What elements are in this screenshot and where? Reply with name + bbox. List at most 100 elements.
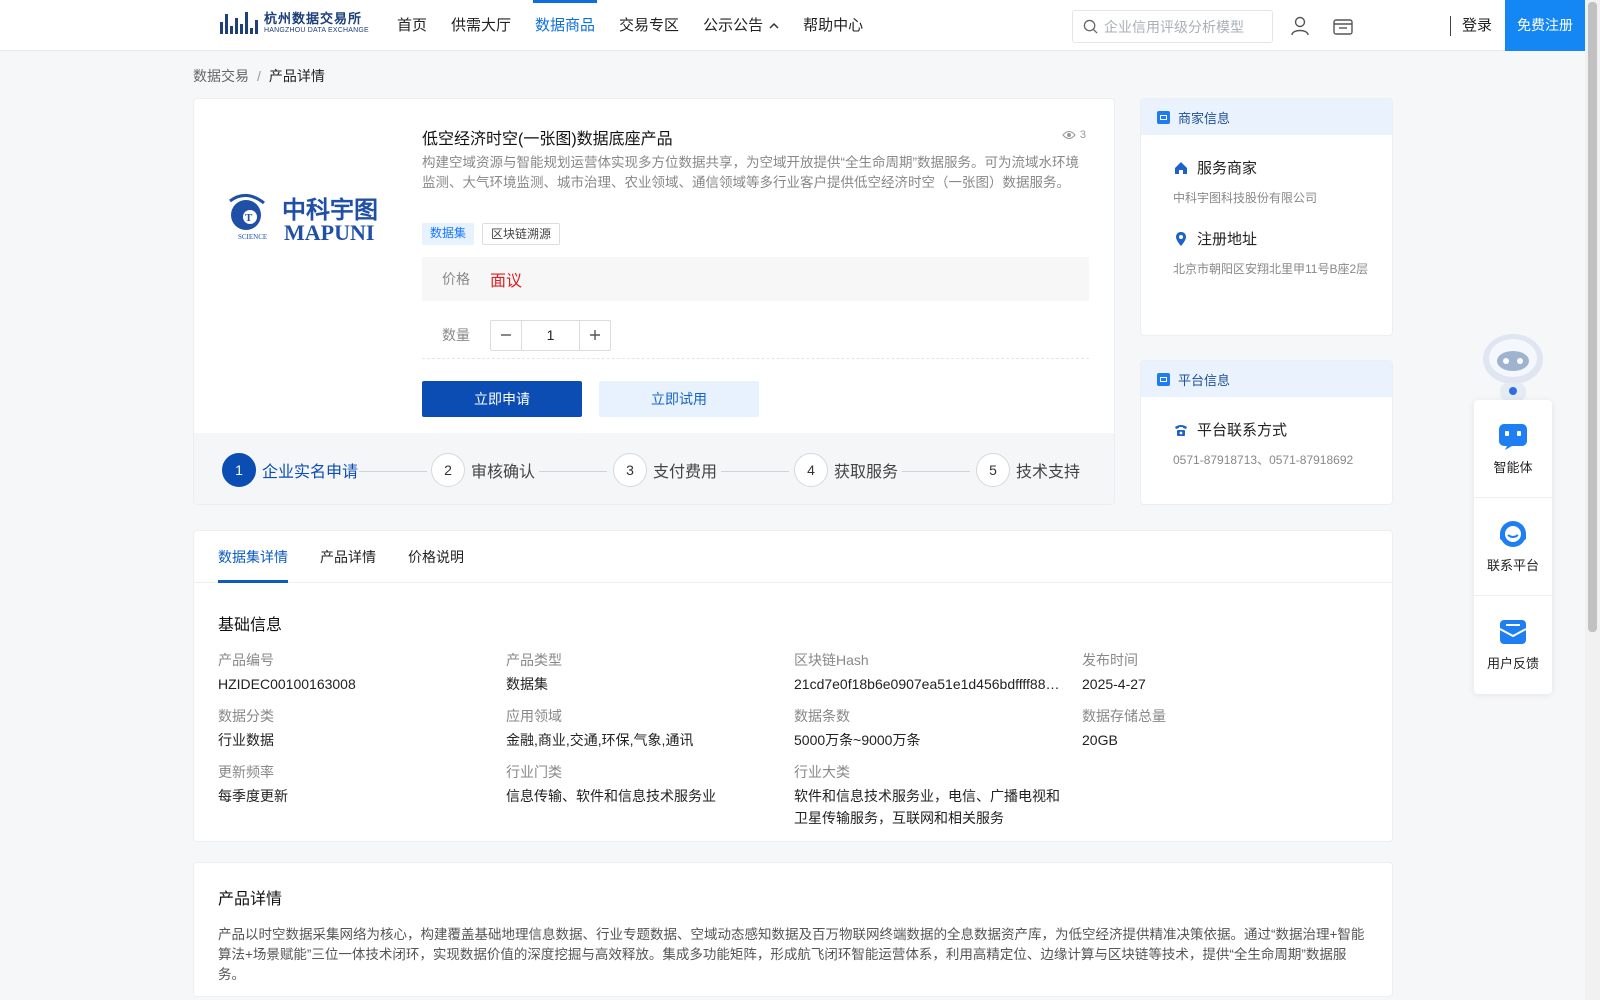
- logo-en-text: HANGZHOU DATA EXCHANGE: [264, 27, 369, 34]
- step-2-number: 2: [431, 453, 465, 487]
- step-4: 4 获取服务: [794, 453, 898, 487]
- home-icon: [1175, 161, 1187, 174]
- field-value: 软件和信息技术服务业，电信、广播电视和卫星传输服务，互联网和相关服务: [794, 788, 1060, 826]
- nav-home[interactable]: 首页: [385, 0, 439, 51]
- contact-platform-button[interactable]: 联系平台: [1474, 497, 1552, 594]
- step-4-label: 获取服务: [834, 464, 899, 481]
- user-feedback-button[interactable]: 用户反馈: [1474, 595, 1552, 692]
- floating-toolbar: 智能体 联系平台 用户反馈: [1474, 400, 1552, 694]
- field-key: 区块链Hash: [794, 652, 869, 668]
- logo-mark-icon: [220, 12, 258, 34]
- minus-icon: [501, 334, 511, 336]
- chevron-up-icon: [769, 22, 779, 29]
- eye-icon: [1062, 130, 1076, 140]
- robot-chat-icon: [1499, 424, 1527, 450]
- field-publish-date: 发布时间 2025-4-27: [1082, 651, 1352, 695]
- tag-blockchain: 区块链溯源: [482, 223, 561, 245]
- step-connector: [359, 471, 427, 472]
- field-key: 更新频率: [218, 764, 274, 780]
- breadcrumb-separator: /: [257, 68, 261, 84]
- site-logo[interactable]: 杭州数据交易所 HANGZHOU DATA EXCHANGE: [220, 12, 369, 34]
- shop-icon[interactable]: [1332, 15, 1354, 37]
- price-value: 面议: [490, 273, 523, 290]
- page-scrollbar[interactable]: [1585, 0, 1600, 1000]
- field-key: 数据分类: [218, 708, 274, 724]
- scrollbar-thumb[interactable]: [1588, 2, 1597, 632]
- tab-price-description[interactable]: 价格说明: [408, 531, 464, 582]
- tab-dataset-details[interactable]: 数据集详情: [218, 531, 288, 583]
- tab-product-details[interactable]: 产品详情: [320, 531, 376, 582]
- plus-icon: [590, 330, 600, 340]
- detail-tabs: 数据集详情 产品详情 价格说明: [194, 531, 1392, 583]
- platform-contact-value: 0571-87918713、0571-87918692: [1173, 453, 1354, 467]
- quantity-input[interactable]: 1: [521, 320, 580, 350]
- nav-announcements[interactable]: 公示公告: [691, 0, 791, 51]
- nav-data-products[interactable]: 数据商品: [523, 0, 607, 51]
- quantity-row: 数量 1: [422, 312, 1089, 359]
- feedback-icon: [1499, 619, 1527, 644]
- merchant-info-panel: 商家信息 服务商家 中科宇图科技股份有限公司 注册地址 北京市朝阳区安翔北里甲1…: [1140, 98, 1393, 336]
- user-feedback-label: 用户反馈: [1486, 655, 1539, 671]
- svg-text:T: T: [245, 212, 253, 224]
- nav-help-center[interactable]: 帮助中心: [791, 0, 875, 51]
- brand-logo: T SCIENCE 中科宇图 MAPUNI: [229, 194, 378, 245]
- product-detail-title: 产品详情: [218, 891, 283, 908]
- quantity-stepper: 1: [490, 319, 611, 351]
- field-value: HZIDEC00100163008: [218, 676, 356, 692]
- field-key: 发布时间: [1082, 652, 1138, 668]
- service-merchant-label: 服务商家: [1197, 160, 1258, 177]
- field-key: 产品编号: [218, 652, 274, 668]
- dataset-detail-card: 数据集详情 产品详情 价格说明 基础信息 产品编号 HZIDEC00100163…: [193, 530, 1393, 842]
- field-value: 5000万条~9000万条: [794, 732, 921, 748]
- apply-now-button[interactable]: 立即申请: [422, 381, 582, 417]
- field-value: 21cd7e0f18b6e0907ea51e1d456bdffff883...: [794, 676, 1064, 692]
- logo-cn-text: 杭州数据交易所: [264, 11, 363, 26]
- headset-icon: [1500, 520, 1526, 547]
- merchant-info-title: 商家信息: [1178, 110, 1231, 126]
- field-data-category: 数据分类 行业数据: [218, 707, 488, 751]
- location-pin-icon: [1176, 231, 1186, 246]
- try-now-button[interactable]: 立即试用: [599, 381, 759, 417]
- breadcrumb-current: 产品详情: [268, 68, 325, 84]
- contact-platform-label: 联系平台: [1486, 557, 1539, 573]
- smart-agent-label: 智能体: [1493, 460, 1533, 475]
- nav-trading-zone[interactable]: 交易专区: [607, 0, 691, 51]
- step-5-label: 技术支持: [1016, 464, 1081, 481]
- registered-address-label: 注册地址: [1197, 231, 1258, 248]
- view-count-value: 3: [1079, 129, 1086, 141]
- step-3: 3 支付费用: [613, 453, 717, 487]
- field-record-count: 数据条数 5000万条~9000万条: [794, 707, 1064, 751]
- price-label: 价格: [442, 271, 470, 287]
- basic-info-title: 基础信息: [218, 617, 283, 634]
- breadcrumb-parent[interactable]: 数据交易: [193, 68, 249, 84]
- panel-header-icon: [1157, 110, 1170, 124]
- decrement-button[interactable]: [491, 321, 521, 350]
- main-nav: 首页 供需大厅 数据商品 交易专区 公示公告 帮助中心: [385, 0, 875, 51]
- step-1: 1 企业实名申请: [222, 453, 358, 487]
- step-connector: [902, 471, 970, 472]
- smart-agent-button[interactable]: 智能体: [1474, 400, 1552, 497]
- platform-info-title: 平台信息: [1178, 372, 1231, 388]
- user-icon[interactable]: [1289, 15, 1311, 37]
- step-4-number: 4: [794, 453, 828, 487]
- nav-supply-demand[interactable]: 供需大厅: [439, 0, 523, 51]
- search-input[interactable]: [1104, 18, 1269, 35]
- field-industry-category: 行业大类 软件和信息技术服务业，电信、广播电视和卫星传输服务，互联网和相关服务: [794, 763, 1064, 829]
- register-button[interactable]: 免费注册: [1505, 0, 1585, 51]
- field-storage-total: 数据存储总量 20GB: [1082, 707, 1352, 751]
- platform-contact-label: 平台联系方式: [1197, 422, 1288, 439]
- step-5: 5 技术支持: [976, 453, 1080, 487]
- svg-text:SCIENCE: SCIENCE: [238, 233, 267, 241]
- field-value: 信息传输、软件和信息技术服务业: [506, 788, 716, 804]
- assistant-robot-icon[interactable]: [1474, 325, 1552, 403]
- registered-address-value: 北京市朝阳区安翔北里甲11号B座2层: [1173, 262, 1369, 276]
- telephone-icon: [1175, 424, 1187, 436]
- login-link[interactable]: 登录: [1462, 0, 1492, 51]
- quantity-label: 数量: [442, 327, 470, 343]
- increment-button[interactable]: [580, 321, 610, 350]
- platform-info-header: 平台信息: [1141, 361, 1392, 397]
- tag-dataset: 数据集: [422, 223, 475, 245]
- search-icon[interactable]: [1083, 19, 1098, 34]
- field-product-id: 产品编号 HZIDEC00100163008: [218, 651, 488, 695]
- service-merchant-value: 中科宇图科技股份有限公司: [1173, 191, 1318, 205]
